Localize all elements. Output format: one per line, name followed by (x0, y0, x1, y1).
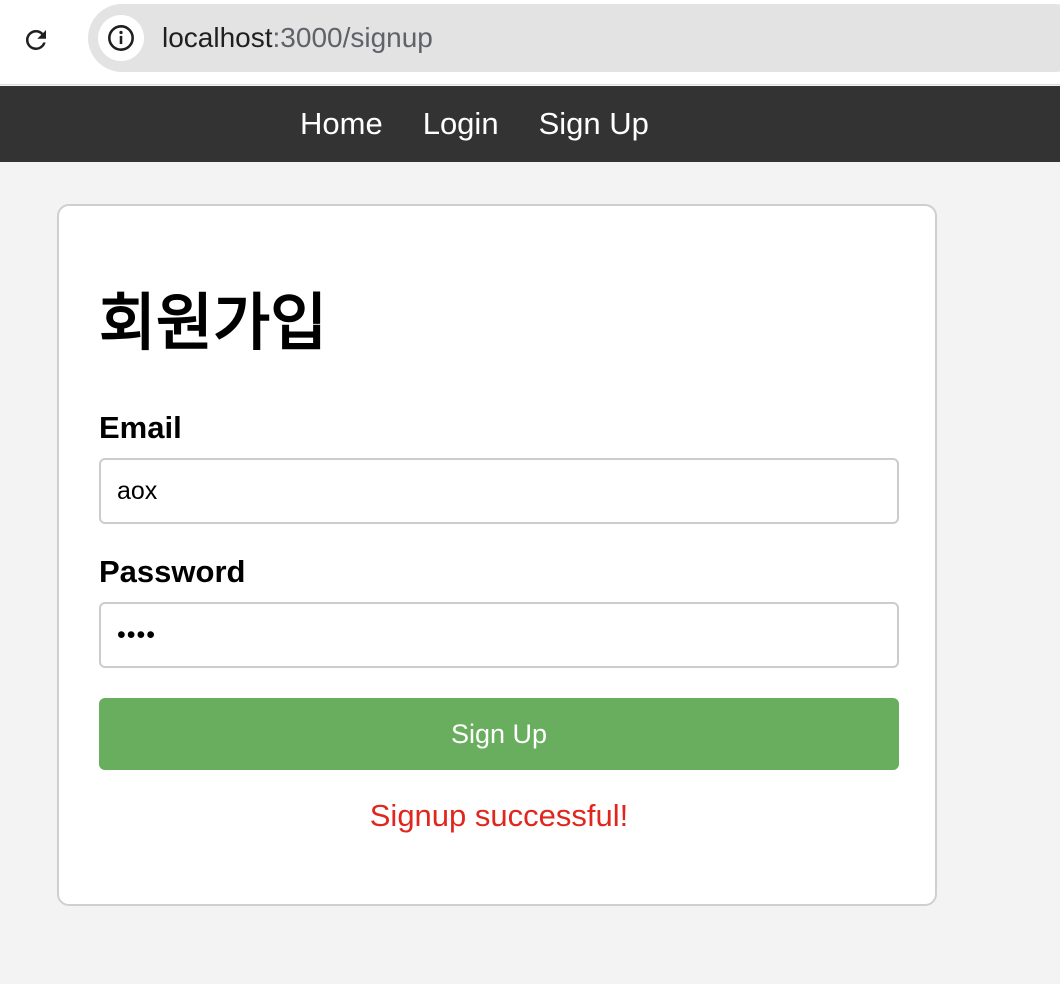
browser-toolbar: localhost:3000/signup (0, 0, 1060, 85)
page-title: 회원가입 (99, 289, 328, 358)
email-field[interactable] (99, 458, 899, 524)
info-icon[interactable] (98, 15, 144, 61)
nav-link-home[interactable]: Home (300, 106, 383, 142)
password-label: Password (99, 554, 246, 589)
nav-link-login[interactable]: Login (423, 106, 499, 142)
url-host: localhost (162, 22, 273, 53)
signup-button[interactable]: Sign Up (99, 698, 899, 770)
site-navbar: Home Login Sign Up (0, 86, 1060, 162)
reload-button[interactable] (18, 22, 54, 58)
email-label: Email (99, 410, 182, 445)
nav-links: Home Login Sign Up (300, 86, 649, 162)
nav-link-signup[interactable]: Sign Up (539, 106, 649, 142)
password-field[interactable] (99, 602, 899, 668)
signup-card: 회원가입 Email Password Sign Up Signup succe… (57, 204, 937, 906)
url-text[interactable]: localhost:3000/signup (162, 23, 433, 53)
url-path: :3000/signup (272, 22, 433, 53)
status-message: Signup successful! (369, 798, 629, 833)
reload-icon (25, 29, 46, 50)
address-bar[interactable]: localhost:3000/signup (88, 4, 1060, 72)
